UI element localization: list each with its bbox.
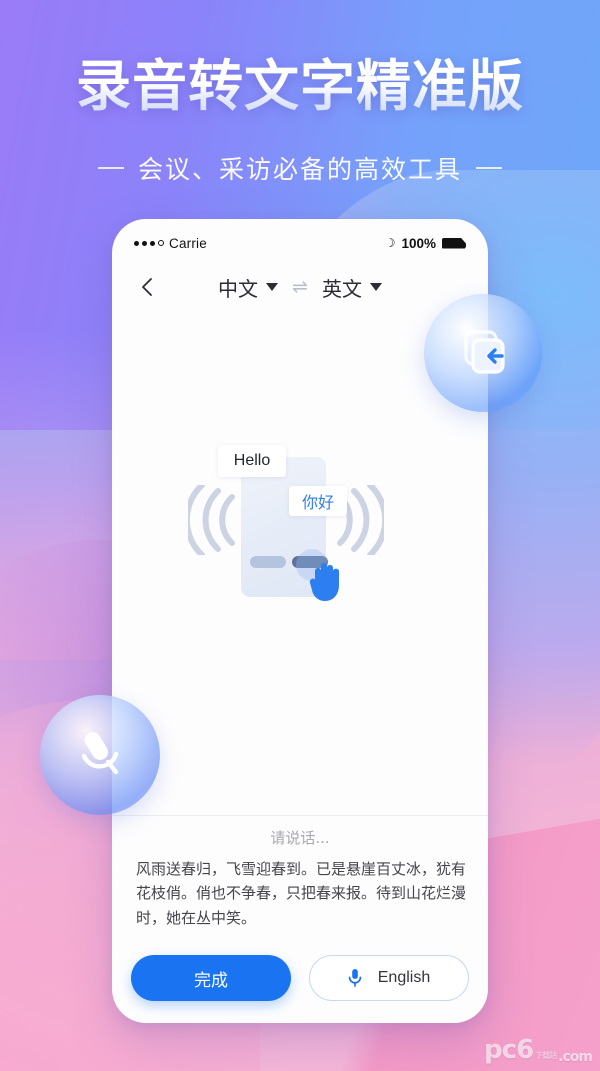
english-button-label: English <box>377 969 431 986</box>
promo-subtitle: 会议、采访必备的高效工具 <box>137 155 462 184</box>
status-bar-left: Carrie <box>134 236 207 251</box>
translate-illustration: Hello 你好 <box>112 439 488 619</box>
promo-subtitle-row: 会议、采访必备的高效工具 <box>0 150 600 186</box>
language-selector-row: 中文 ⇌ 英文 <box>112 265 488 309</box>
record-badge[interactable] <box>40 695 160 815</box>
battery-percent: 100% <box>401 235 436 251</box>
caret-down-icon <box>266 283 279 291</box>
watermark-domain: .com <box>558 1049 593 1065</box>
target-language-selector[interactable]: 英文 <box>322 273 382 302</box>
subtitle-dash-left <box>97 167 124 169</box>
watermark-text: pc6 <box>484 1035 534 1065</box>
source-language-label: 中文 <box>218 276 259 301</box>
transcript-divider <box>112 815 488 816</box>
transcript-text: 风雨送春归，飞雪迎春到。已是悬崖百丈冰，犹有花枝俏。俏也不争春，只把春来报。待到… <box>136 860 467 927</box>
status-bar: Carrie ☽ 100% <box>112 229 488 257</box>
action-button-row: 完成 English <box>112 955 488 1001</box>
nav-bar: 中文 ⇌ 英文 <box>112 265 488 309</box>
promo-title: 录音转文字精准版 <box>0 56 600 117</box>
status-bar-right: ☽ 100% <box>385 236 466 251</box>
microphone-icon <box>348 969 361 987</box>
swap-arrows-icon[interactable]: ⇌ <box>292 276 308 299</box>
speak-hint: 请说话... <box>270 829 330 847</box>
illustration-button-left <box>250 556 286 568</box>
copy-import-icon <box>464 330 505 374</box>
import-badge[interactable] <box>424 294 542 412</box>
watermark: pc6 下载站 .com <box>484 1035 593 1065</box>
done-button[interactable]: 完成 <box>131 955 291 1001</box>
target-language-label: 英文 <box>321 276 362 301</box>
sound-wave-icon <box>188 485 235 555</box>
carrier-name: Carrie <box>169 235 207 251</box>
crescent-moon-icon: ☽ <box>384 236 396 250</box>
promo-screenshot: 录音转文字精准版 会议、采访必备的高效工具 Carrie ☽ 100% 中文 ⇌… <box>0 0 600 1071</box>
source-language-selector[interactable]: 中文 <box>218 273 279 302</box>
watermark-sub: 下载站 <box>535 1051 557 1061</box>
target-speech-bubble: 你好 <box>289 486 347 516</box>
signal-dots-icon <box>134 240 164 246</box>
tap-hand-icon <box>309 563 339 601</box>
microphone-icon <box>81 732 119 775</box>
subtitle-dash-right <box>476 167 502 169</box>
source-speech-bubble: Hello <box>218 445 286 477</box>
battery-full-icon <box>442 237 466 249</box>
english-mic-button[interactable]: English <box>309 955 469 1001</box>
caret-down-icon <box>369 283 382 291</box>
